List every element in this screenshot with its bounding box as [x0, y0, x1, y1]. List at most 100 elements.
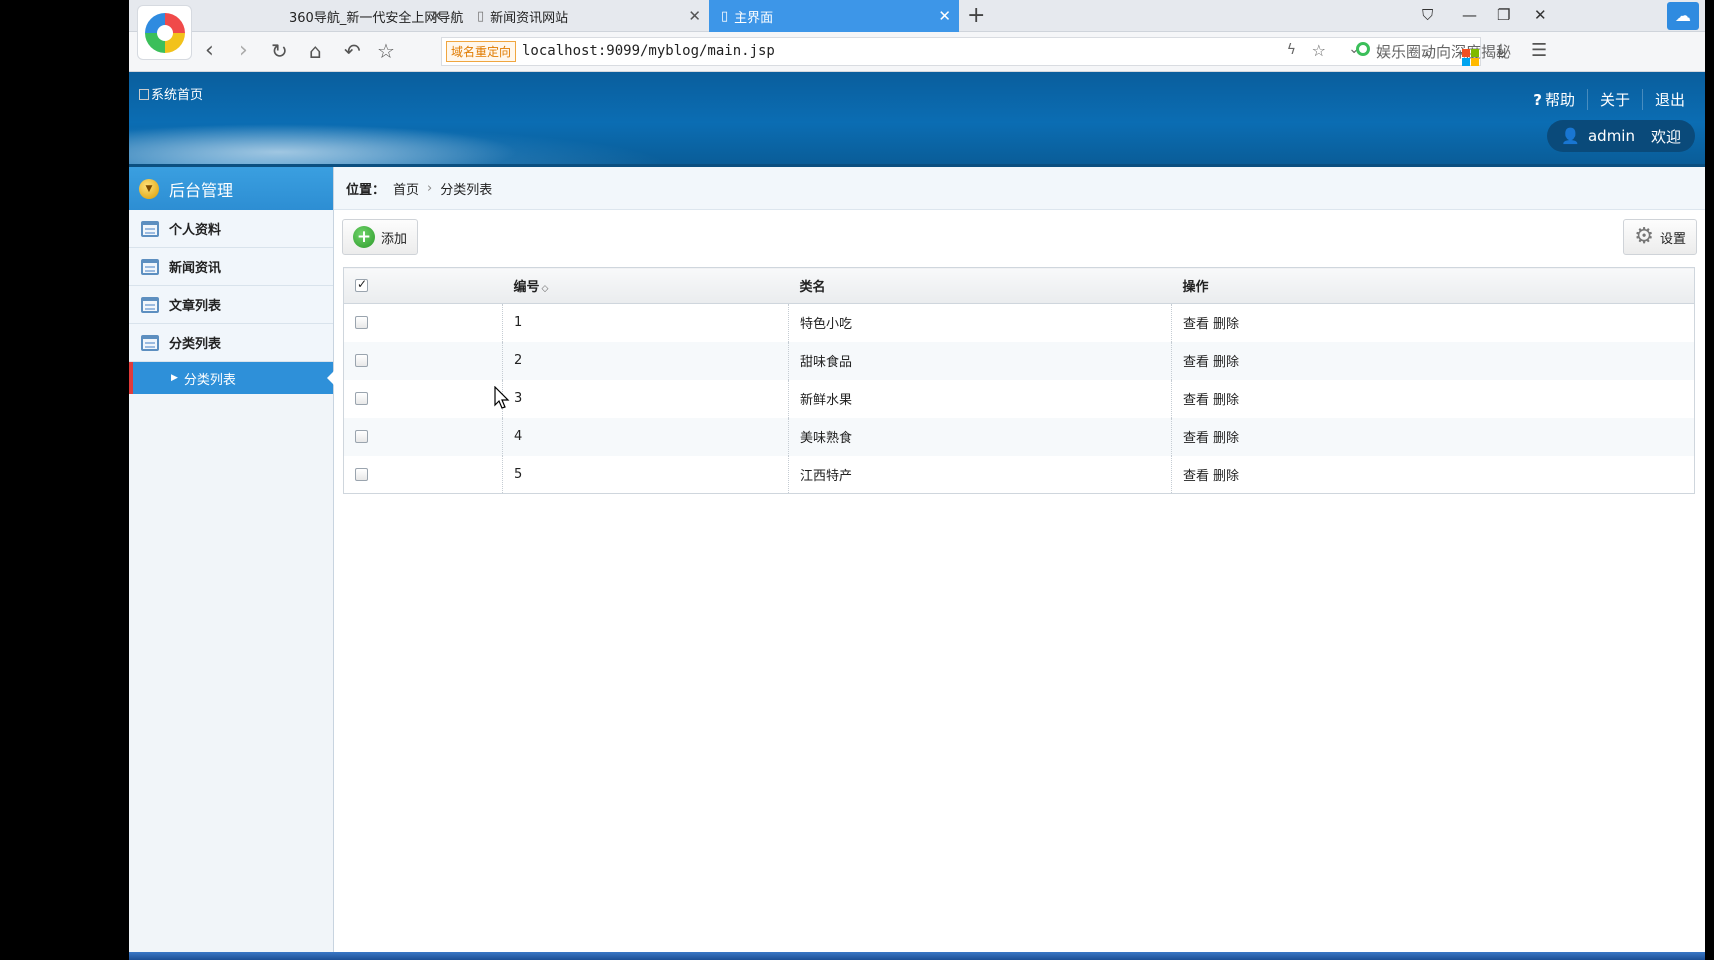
reload-icon[interactable]: ↻	[271, 39, 288, 63]
sidebar-item-news[interactable]: 新闻资讯	[129, 248, 333, 286]
minimize-icon[interactable]: —	[1462, 6, 1477, 24]
shirt-icon[interactable]: ⛉	[1422, 6, 1433, 24]
view-link[interactable]: 查看	[1183, 355, 1209, 370]
chevron-down-icon: ▼	[139, 178, 159, 199]
row-checkbox[interactable]	[355, 467, 368, 481]
menu-icon[interactable]: ☰	[1531, 39, 1547, 63]
screen: 360导航_新一代安全上网导航 ✕ ▯ 新闻资讯网站 ✕ ▯ 主界面 ✕ + ⛉…	[129, 0, 1705, 960]
lightning-icon[interactable]: ϟ	[1287, 42, 1296, 58]
sidebar-subitem-label: 分类列表	[183, 372, 236, 388]
row-checkbox[interactable]	[355, 354, 368, 367]
url-field[interactable]: 域名重定向 localhost:9099/myblog/main.jsp ϟ ☆…	[441, 37, 1481, 66]
toolbar: + 添加 ⚙ 设置	[334, 210, 1705, 268]
sidebar-item-categories[interactable]: 分类列表	[129, 324, 333, 362]
home-icon[interactable]: ⌂	[309, 39, 322, 63]
row-name: 新鲜水果	[788, 379, 1172, 418]
view-link[interactable]: 查看	[1183, 431, 1209, 446]
row-id: 4	[502, 417, 789, 456]
sidebar-item-profile[interactable]: 个人资料	[129, 210, 333, 248]
row-select	[343, 455, 503, 494]
calendar-icon	[141, 334, 159, 351]
sidebar-title[interactable]: ▼ 后台管理	[129, 167, 333, 210]
header-logo[interactable]: 系统首页	[139, 84, 203, 103]
tab-label: 主界面	[734, 10, 774, 26]
bookmark-star-icon[interactable]: ☆	[1312, 41, 1326, 60]
back-icon[interactable]: ‹	[205, 39, 214, 63]
list-icon	[141, 220, 159, 237]
user-icon: 👤	[1561, 127, 1580, 145]
browser-logo-icon[interactable]	[137, 5, 192, 60]
restore-icon[interactable]: ❐	[1497, 6, 1510, 24]
select-all-cell	[343, 267, 503, 304]
page-icon: ▯	[477, 8, 485, 24]
help-icon: ?	[1533, 91, 1542, 109]
close-icon[interactable]: ✕	[938, 7, 951, 25]
header-id[interactable]: 编号 ◇	[502, 267, 789, 304]
search-suggestion[interactable]: 娱乐圈动向深度揭秘	[1376, 41, 1511, 62]
row-checkbox[interactable]	[355, 430, 368, 443]
undo-icon[interactable]: ↶	[344, 39, 361, 63]
search-icon[interactable]: ⌕	[1424, 41, 1433, 65]
url-text[interactable]: localhost:9099/myblog/main.jsp	[522, 43, 775, 59]
view-link[interactable]: 查看	[1183, 317, 1209, 332]
main-content: 位置： 首页 › 分类列表 + 添加 ⚙ 设置 编号◇ 类名	[334, 167, 1705, 960]
view-link[interactable]: 查看	[1183, 393, 1209, 408]
row-checkbox[interactable]	[355, 392, 368, 405]
help-label: 帮助	[1544, 91, 1575, 109]
row-select	[343, 417, 503, 456]
delete-link[interactable]: 删除	[1213, 431, 1239, 446]
delete-link[interactable]: 删除	[1213, 393, 1239, 408]
sidebar-item-label: 文章列表	[169, 299, 222, 314]
breadcrumb-home[interactable]: 首页	[393, 179, 419, 198]
delete-link[interactable]: 删除	[1213, 355, 1239, 370]
download-icon[interactable]: ⤓	[1497, 39, 1505, 63]
help-link[interactable]: ? 帮助	[1521, 89, 1588, 110]
new-tab-icon[interactable]: +	[967, 3, 985, 28]
delete-link[interactable]: 删除	[1213, 469, 1239, 484]
caret-right-icon: ▶	[171, 373, 178, 383]
row-id: 5	[502, 455, 789, 494]
row-checkbox[interactable]	[355, 316, 368, 330]
calendar-icon	[141, 296, 159, 313]
page-icon: ▯	[721, 8, 729, 24]
sidebar-subitem-categories[interactable]: ▶ 分类列表	[129, 362, 334, 394]
sidebar-title-label: 后台管理	[169, 180, 234, 200]
cloud-sync-icon[interactable]: ☁	[1667, 2, 1699, 30]
about-link[interactable]: 关于	[1588, 89, 1643, 110]
close-icon[interactable]: ✕	[430, 7, 443, 25]
apps-icon[interactable]	[1462, 39, 1479, 66]
header-name: 类名	[788, 267, 1172, 304]
logo-alt-text: 系统首页	[151, 88, 204, 103]
select-all-checkbox[interactable]	[355, 277, 368, 292]
add-button[interactable]: + 添加	[342, 219, 419, 255]
close-window-icon[interactable]: ✕	[1534, 6, 1547, 24]
breadcrumb: 位置： 首页 › 分类列表	[334, 167, 1705, 210]
breadcrumb-label: 位置：	[346, 182, 386, 198]
tab-label: 新闻资讯网站	[490, 10, 569, 26]
browser-tab-news[interactable]: ▯ 新闻资讯网站 ✕	[463, 0, 709, 32]
row-ops: 查看 删除	[1172, 456, 1695, 494]
table-header-row: 编号◇ 类名 操作	[343, 267, 1695, 304]
view-link[interactable]: 查看	[1183, 469, 1209, 484]
sort-icon: ◇	[541, 284, 549, 294]
row-id: 2	[502, 341, 789, 380]
browser-tab-main[interactable]: ▯ 主界面 ✕	[709, 0, 959, 32]
close-icon[interactable]: ✕	[688, 7, 701, 25]
delete-link[interactable]: 删除	[1213, 317, 1239, 332]
sidebar-item-articles[interactable]: 文章列表	[129, 286, 333, 324]
forward-icon[interactable]: ›	[239, 39, 248, 63]
star-icon[interactable]: ☆	[377, 39, 395, 63]
calendar-icon	[141, 258, 159, 275]
row-name: 江西特产	[788, 455, 1172, 494]
browser-tab-360[interactable]: 360导航_新一代安全上网导航 ✕	[203, 0, 463, 32]
table-row: 4 美味熟食 查看 删除	[343, 417, 1695, 456]
row-ops: 查看 删除	[1171, 341, 1695, 380]
redirect-badge: 域名重定向	[446, 41, 517, 62]
browser-tab-bar: 360导航_新一代安全上网导航 ✕ ▯ 新闻资讯网站 ✕ ▯ 主界面 ✕ + ⛉…	[129, 0, 1705, 32]
category-table: 编号◇ 类名 操作 1 特色小吃 查看删除 2 甜味食品 查看删除	[343, 267, 1695, 494]
logout-link[interactable]: 退出	[1643, 89, 1689, 110]
row-ops: 查看 删除	[1172, 380, 1695, 418]
settings-button[interactable]: ⚙ 设置	[1623, 219, 1697, 255]
breadcrumb-separator-icon: ›	[427, 180, 433, 196]
settings-label: 设置	[1659, 231, 1686, 247]
